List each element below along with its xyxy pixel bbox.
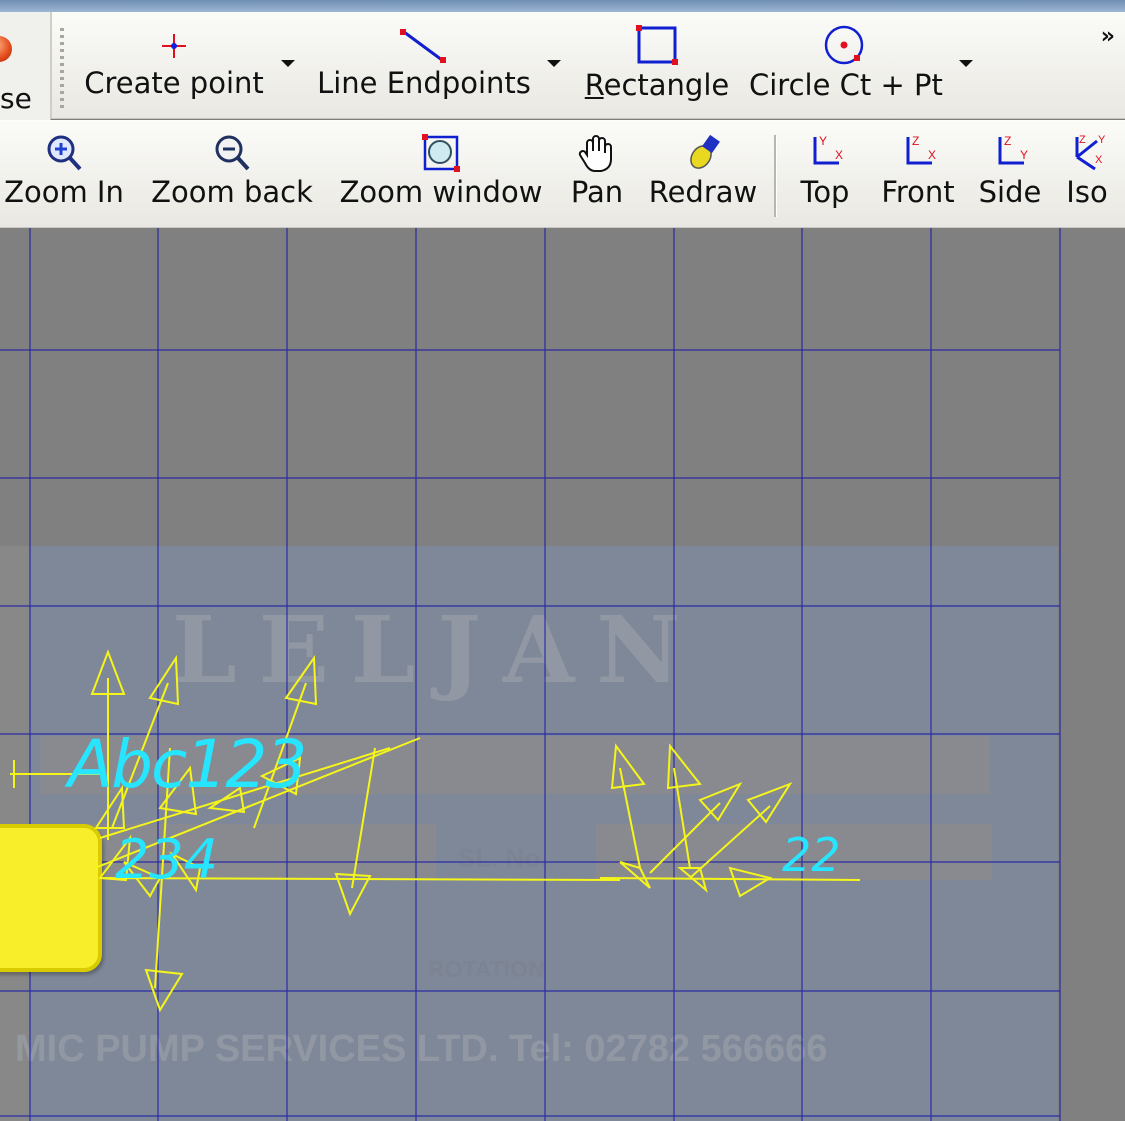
side-view-label: Side [978,175,1042,209]
create-point-button[interactable]: Create point [84,26,264,100]
pan-label: Pan [570,175,624,209]
svg-text:X: X [928,148,936,162]
zoom-window-button[interactable]: Zoom window [334,131,548,209]
rectangle-icon [636,25,678,65]
front-view-button[interactable]: Z X Front [872,131,964,209]
zoom-in-button[interactable]: Zoom In [0,131,128,209]
front-view-icon: Z X [906,134,936,165]
redraw-label: Redraw [648,175,758,209]
toolbar-overflow-chevron[interactable]: » [1101,24,1115,49]
zoom-back-icon [215,135,250,171]
toolbar-grip[interactable] [60,28,64,108]
cad-text-entity[interactable]: Abc123 [68,726,307,803]
zoom-window-label: Zoom window [339,175,543,209]
redraw-icon [690,134,720,169]
create-point-label: Create point [84,66,264,100]
iso-view-label: Iso [1066,175,1108,209]
zoom-back-label: Zoom back [151,175,313,209]
svg-text:Z: Z [1004,134,1011,148]
line-endpoints-dropdown-icon[interactable] [547,60,561,67]
zoom-back-button[interactable]: Zoom back [148,131,316,209]
drawing-canvas[interactable]: LELJAN SL. No. ROTATION MIC PUMP SERVICE… [0,228,1125,1121]
cad-text-entity[interactable]: 234 [115,828,218,891]
pan-button[interactable]: Pan [564,131,630,209]
top-view-icon: Y X [813,134,843,165]
redraw-button[interactable]: Redraw [646,131,760,209]
svg-text:Y: Y [1020,148,1028,162]
iso-view-button[interactable]: Z Y X Iso [1056,131,1118,209]
rectangle-button[interactable]: Rectangle [582,22,732,102]
close-orb-icon[interactable] [0,36,12,62]
top-view-label: Top [800,175,850,209]
circle-center-point-button[interactable]: Circle Ct + Pt [749,22,943,102]
front-view-label: Front [881,175,955,209]
vector-geometry [10,649,861,1013]
create-point-dropdown-icon[interactable] [281,60,295,67]
create-point-icon [162,34,186,58]
rectangle-label: Rectangle [584,68,730,102]
svg-text:Y: Y [1098,134,1106,146]
left-docked-panel: se [0,12,51,120]
circle-dropdown-icon[interactable] [959,60,973,67]
svg-text:Z: Z [912,134,919,148]
view-toolbar: Zoom In Zoom back Zoom window Pan Redraw [0,120,1125,228]
left-panel-partial-label: se [0,82,32,115]
line-endpoints-label: Line Endpoints [317,66,531,100]
top-view-button[interactable]: Y X Top [790,131,860,209]
svg-text:X: X [1095,154,1103,166]
line-endpoints-icon [400,29,446,63]
circle-center-point-icon [824,25,864,65]
pan-hand-icon [578,135,612,172]
line-endpoints-button[interactable]: Line Endpoints [316,26,532,100]
svg-text:Y: Y [819,134,827,148]
svg-text:Z: Z [1079,134,1086,146]
iso-view-icon: Z Y X [1075,134,1106,171]
side-view-button[interactable]: Z Y Side [974,131,1046,209]
cad-text-entity[interactable]: 22 [782,828,841,882]
side-view-icon: Z Y [998,134,1028,165]
window-title-strip [0,0,1125,12]
toolbar-separator [774,135,777,217]
svg-text:X: X [835,148,843,162]
zoom-in-icon [47,135,82,171]
draw-toolbar: Create point Line Endpoints Rectangle Ci… [50,12,1125,119]
zoom-window-icon [422,134,460,172]
circle-center-point-label: Circle Ct + Pt [749,68,943,102]
zoom-in-label: Zoom In [4,175,124,209]
